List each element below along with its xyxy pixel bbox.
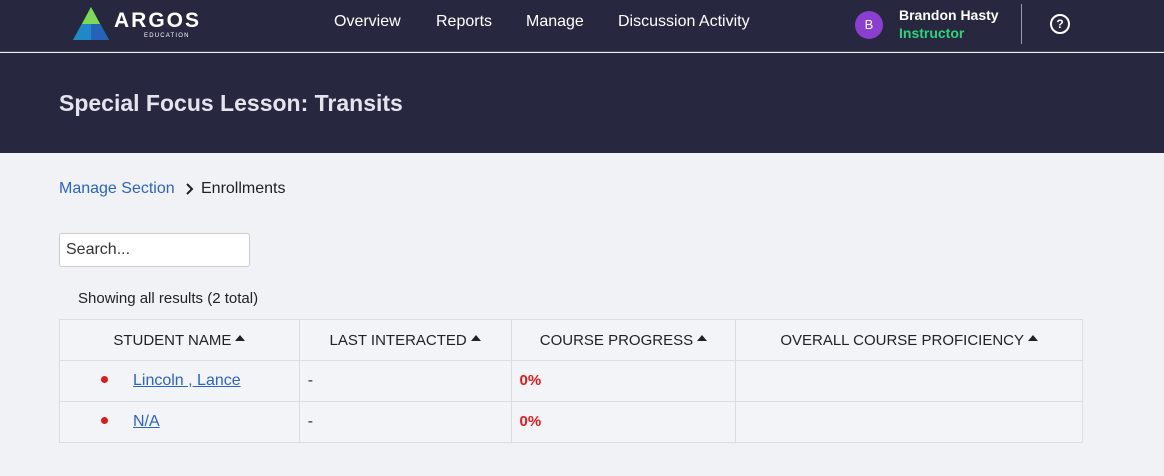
- column-label: LAST INTERACTED: [329, 331, 467, 349]
- sort-ascending-icon[interactable]: [697, 334, 708, 341]
- column-last-interacted[interactable]: LAST INTERACTED: [298, 319, 512, 361]
- user-avatar[interactable]: B: [855, 11, 883, 39]
- help-icon[interactable]: ?: [1050, 14, 1070, 34]
- sort-ascending-icon[interactable]: [470, 334, 481, 341]
- breadcrumb-current: Enrollments: [201, 180, 286, 197]
- search-input[interactable]: [59, 233, 250, 267]
- column-student-name[interactable]: STUDENT NAME: [59, 319, 300, 361]
- course-progress-cell: 0%: [510, 401, 737, 443]
- chevron-right-icon: [186, 183, 194, 195]
- breadcrumb-manage-section[interactable]: Manage Section: [59, 180, 175, 198]
- page-title: Special Focus Lesson: Transits: [59, 90, 403, 116]
- student-name-link[interactable]: N/A: [133, 413, 160, 430]
- user-role: Instructor: [899, 25, 965, 41]
- column-label: STUDENT NAME: [113, 331, 232, 349]
- status-dot-icon: [101, 417, 108, 424]
- table-row: Lincoln , Lance - 0%: [59, 360, 1083, 402]
- last-interacted-value: -: [307, 372, 314, 389]
- column-course-progress[interactable]: COURSE PROGRESS: [510, 319, 737, 361]
- student-name-link[interactable]: Lincoln , Lance: [133, 372, 241, 389]
- argos-logo[interactable]: ARGOS EDUCATION: [72, 6, 202, 42]
- table-row: N/A - 0%: [59, 401, 1083, 443]
- proficiency-cell: [735, 401, 1083, 443]
- proficiency-cell: [735, 360, 1083, 402]
- nav-manage[interactable]: Manage: [526, 13, 584, 31]
- top-navbar: ARGOS EDUCATION Overview Reports Manage …: [0, 0, 1164, 52]
- nav-overview[interactable]: Overview: [334, 13, 401, 31]
- student-name-cell: N/A: [59, 401, 300, 443]
- last-interacted-cell: -: [298, 360, 512, 402]
- enrollments-table: STUDENT NAME LAST INTERACTED COURSE PROG…: [59, 319, 1083, 443]
- column-overall-course-proficiency[interactable]: OVERALL COURSE PROFICIENCY: [735, 319, 1083, 361]
- header-divider: [1021, 4, 1022, 44]
- course-progress-value: 0%: [519, 372, 542, 389]
- argos-logo-icon: [73, 7, 109, 40]
- status-dot-icon: [101, 376, 108, 383]
- column-label: OVERALL COURSE PROFICIENCY: [780, 331, 1024, 349]
- page-banner: Special Focus Lesson: Transits: [0, 53, 1164, 153]
- brand-subtitle: EDUCATION: [144, 33, 190, 39]
- student-name-cell: Lincoln , Lance: [59, 360, 300, 402]
- results-count: Showing all results (2 total): [78, 290, 259, 307]
- column-label: COURSE PROGRESS: [539, 331, 694, 349]
- sort-ascending-icon[interactable]: [235, 334, 246, 341]
- course-progress-cell: 0%: [510, 360, 737, 402]
- last-interacted-value: -: [307, 413, 314, 430]
- sort-ascending-icon[interactable]: [1028, 334, 1038, 341]
- nav-reports[interactable]: Reports: [436, 13, 492, 31]
- course-progress-value: 0%: [519, 413, 542, 430]
- nav-discussion-activity[interactable]: Discussion Activity: [618, 13, 750, 31]
- user-name[interactable]: Brandon Hasty: [899, 7, 999, 23]
- brand-name: ARGOS: [114, 9, 202, 32]
- table-header-row: STUDENT NAME LAST INTERACTED COURSE PROG…: [59, 319, 1083, 361]
- last-interacted-cell: -: [298, 401, 512, 443]
